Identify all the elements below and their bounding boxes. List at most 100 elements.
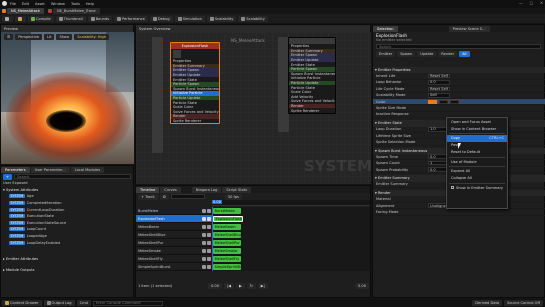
tab-timeline[interactable]: Timeline bbox=[136, 186, 160, 193]
list-item[interactable]: SYSTEM LoopDelayEnabled bbox=[1, 239, 133, 246]
maximize-icon[interactable]: □ bbox=[530, 1, 533, 5]
playhead[interactable] bbox=[212, 207, 213, 271]
track-row[interactable]: SimpleSprintBurst bbox=[136, 263, 212, 271]
menu-asset[interactable]: Asset bbox=[35, 2, 45, 6]
scalability-button[interactable]: Scalability bbox=[238, 15, 268, 22]
track-area[interactable]: BurstMelee ExplosionFlash MeleeBeam Mele… bbox=[212, 207, 370, 271]
end-time-field[interactable]: 5.00 bbox=[354, 282, 369, 289]
track-search-input[interactable] bbox=[170, 194, 205, 199]
lit-button[interactable]: Lit bbox=[44, 34, 55, 40]
property-value[interactable]: Reset Self bbox=[428, 86, 450, 92]
fx-scalability-button[interactable]: Scalability bbox=[206, 15, 237, 22]
close-icon[interactable]: ✕ bbox=[540, 1, 543, 5]
color-swatch[interactable] bbox=[428, 99, 437, 105]
filter-emitter[interactable]: Emitter bbox=[376, 50, 396, 57]
simulation-button[interactable]: Simulation bbox=[174, 15, 205, 22]
track-bar[interactable]: MeleeShellPur bbox=[213, 240, 241, 246]
preview-viewport[interactable]: ☰ Perspective Lit Show Scalability: High bbox=[1, 32, 134, 164]
filter-render[interactable]: Render bbox=[438, 50, 458, 57]
tab-selection[interactable]: Selection bbox=[373, 25, 398, 32]
track-row[interactable]: MeleeBeam bbox=[136, 223, 212, 231]
track-bar[interactable]: MeleeShellFly bbox=[213, 256, 241, 262]
property-value[interactable]: 0.0 bbox=[428, 80, 450, 85]
node-item[interactable]: Spawn Burst Instantaneous bbox=[289, 72, 335, 77]
list-item[interactable]: SYSTEM ExecutionStateSource bbox=[1, 220, 133, 227]
track-row[interactable]: MeleeSmoke bbox=[136, 247, 212, 255]
add-parameter-button[interactable]: + bbox=[3, 173, 13, 180]
tab-curves[interactable]: Curves bbox=[160, 186, 181, 193]
system-attributes-section[interactable]: ▾ System Attributes bbox=[1, 187, 133, 194]
jump-start-icon[interactable]: |◀ bbox=[224, 282, 234, 289]
show-button[interactable]: Show bbox=[56, 34, 73, 40]
menu-item-show-in-summary[interactable]: Show in Emitter Summary bbox=[447, 184, 507, 191]
perspective-button[interactable]: Perspective bbox=[15, 34, 43, 40]
menu-window[interactable]: Window bbox=[51, 2, 65, 6]
menu-item-show-content-browser[interactable]: Show in Content Browser bbox=[447, 125, 507, 132]
menu-item-reset-default[interactable]: Reset to Default bbox=[447, 149, 507, 156]
derived-data-button[interactable]: Derived Data bbox=[472, 300, 503, 306]
tab-preview-scene[interactable]: Preview Scene S... bbox=[448, 25, 490, 32]
filter-update[interactable]: Update bbox=[417, 50, 437, 57]
time-marker[interactable]: 0.00 bbox=[212, 200, 223, 204]
browse-button[interactable] bbox=[15, 15, 26, 22]
track-bar[interactable]: ExplosionFlash bbox=[213, 216, 243, 222]
track-bar[interactable]: SimpleSprintBurst bbox=[213, 264, 241, 270]
minimize-icon[interactable]: — bbox=[519, 1, 523, 5]
list-item[interactable]: SYSTEM CurrentLoopDuration bbox=[1, 206, 133, 213]
menu-tools[interactable]: Tools bbox=[71, 2, 80, 6]
bounds-button[interactable]: Bounds bbox=[87, 15, 113, 22]
menu-file[interactable]: File bbox=[10, 2, 16, 6]
content-drawer-button[interactable]: Content Drawer bbox=[2, 300, 42, 306]
track-row[interactable]: MeleeShellFly bbox=[136, 255, 212, 263]
list-item[interactable]: SYSTEM CompletedIteration bbox=[1, 200, 133, 207]
list-item[interactable]: SYSTEM ExecutionState bbox=[1, 213, 133, 220]
start-time-field[interactable]: 0.00 bbox=[208, 282, 223, 289]
source-control-button[interactable]: Source Control Off bbox=[504, 300, 543, 306]
filter-spawn[interactable]: Spawn bbox=[397, 50, 416, 57]
node-item[interactable]: Sprite Renderer bbox=[289, 108, 335, 113]
play-icon[interactable]: ▶ bbox=[236, 282, 245, 289]
menu-help[interactable]: Help bbox=[86, 2, 94, 6]
emitter-node-secondary[interactable]: Properties Emitter Summary Emitter Spawn… bbox=[288, 37, 336, 114]
save-button[interactable] bbox=[2, 15, 13, 22]
debug-button[interactable]: Debug bbox=[149, 15, 173, 22]
track-row[interactable]: MeleeShellBlue bbox=[136, 231, 212, 239]
menu-item-paste[interactable]: Paste bbox=[447, 142, 507, 149]
list-item[interactable]: SYSTEM LoopedAge bbox=[1, 233, 133, 240]
property-value[interactable]: Self bbox=[428, 92, 450, 98]
track-row-selected[interactable]: ExplosionFlash bbox=[136, 215, 212, 223]
tab-niagara-log[interactable]: Niagara Log bbox=[191, 186, 222, 193]
track-bar[interactable]: MeleeBeam bbox=[213, 224, 241, 230]
performance-button[interactable]: Performance bbox=[114, 15, 148, 22]
track-row[interactable]: MeleeShellPur bbox=[136, 239, 212, 247]
node-item[interactable]: Sprite Renderer bbox=[171, 119, 219, 124]
emitter-attributes-section[interactable]: ▸ Emitter Attributes bbox=[1, 256, 133, 263]
tab-user-parameters[interactable]: User Parameter... bbox=[30, 166, 70, 173]
filter-icon[interactable]: ⚙ bbox=[159, 193, 169, 200]
node-item[interactable]: Solve Forces and Velocity bbox=[171, 110, 219, 115]
collapsed-emitter-node[interactable] bbox=[152, 37, 163, 153]
track-bar[interactable]: MeleeShellBlue bbox=[213, 232, 241, 238]
tab-parameters[interactable]: Parameters bbox=[1, 166, 30, 173]
color-value-field[interactable] bbox=[439, 99, 448, 105]
loop-icon[interactable]: ↻ bbox=[246, 282, 256, 289]
user-exposed-section[interactable]: User Exposed bbox=[1, 180, 133, 187]
compile-button[interactable]: Compile bbox=[28, 15, 54, 22]
details-search-input[interactable]: Search bbox=[376, 44, 541, 49]
menu-item-collapse-all[interactable]: Collapse All bbox=[447, 175, 507, 182]
filter-all[interactable]: All bbox=[459, 50, 470, 57]
list-item[interactable]: SYSTEM LoopCount bbox=[1, 226, 133, 233]
track-bar[interactable]: MeleeSmoke bbox=[213, 248, 241, 254]
add-track-button[interactable]: + Track bbox=[138, 193, 158, 200]
menu-item-expand-all[interactable]: Expand All bbox=[447, 168, 507, 175]
menu-item-use-of-module[interactable]: Use of Module bbox=[447, 158, 507, 165]
cmd-dropdown[interactable]: Cmd bbox=[76, 300, 91, 306]
property-value[interactable]: Reset Self bbox=[428, 73, 450, 79]
tab-script-stats[interactable]: Script Stats bbox=[222, 186, 252, 193]
menu-item-open-focus[interactable]: Open and Focus Asset bbox=[447, 118, 507, 125]
menu-item-copy[interactable]: Copy CTRL+C bbox=[447, 134, 507, 142]
viewport-options-button[interactable]: ☰ bbox=[4, 34, 14, 40]
tab-local-modules[interactable]: Local Modules bbox=[70, 166, 105, 173]
list-item[interactable]: SYSTEM Age bbox=[1, 193, 133, 200]
graph-canvas[interactable]: NS_MeleeAttack SYSTEM ExplosionFlash Pro… bbox=[136, 32, 371, 184]
